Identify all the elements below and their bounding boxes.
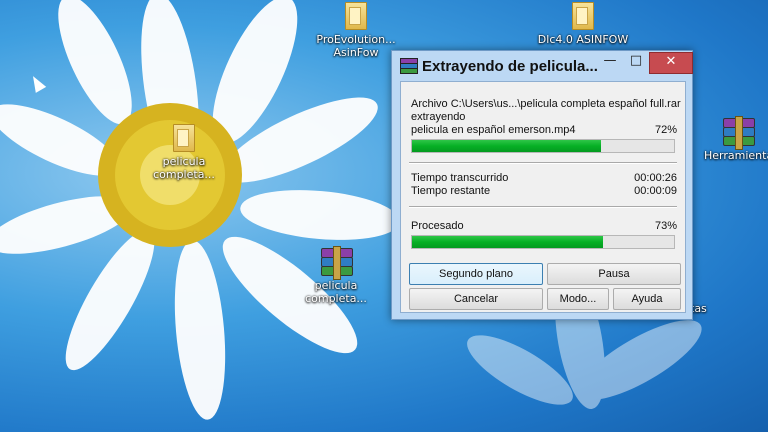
minimize-icon: — xyxy=(603,53,617,68)
total-progress-fill xyxy=(412,236,604,248)
minimize-button[interactable]: — xyxy=(597,52,623,72)
elapsed-label: Tiempo transcurrido xyxy=(411,172,509,184)
archive-path: Archivo C:\Users\us...\pelicula completa… xyxy=(411,98,681,110)
folder-icon xyxy=(572,2,594,30)
file-progress-bar xyxy=(411,139,675,153)
maximize-icon: □ xyxy=(629,53,643,68)
folder-icon xyxy=(345,2,367,30)
remaining-label: Tiempo restante xyxy=(411,185,491,197)
divider xyxy=(409,162,677,164)
maximize-button[interactable]: □ xyxy=(623,52,649,72)
desktop-icon-proevolution[interactable]: ProEvolution... AsinFow xyxy=(308,2,404,59)
icon-label: completa... xyxy=(305,292,367,305)
desktop-icon-partial[interactable]: tas xyxy=(690,302,730,315)
processed-label: Procesado xyxy=(411,220,464,232)
file-progress-fill xyxy=(412,140,601,152)
icon-label: pelicula xyxy=(314,279,358,292)
icon-label: Herramienta xyxy=(704,149,768,162)
current-file-name: pelicula en español emerson.mp4 xyxy=(411,124,576,136)
pause-button[interactable]: Pausa xyxy=(547,263,681,285)
desktop-icon-herramienta[interactable]: Herramienta xyxy=(690,116,768,162)
dialog-body: Archivo C:\Users\us...\pelicula completa… xyxy=(400,81,686,313)
icon-label: ProEvolution... xyxy=(316,33,396,46)
help-button[interactable]: Ayuda xyxy=(613,288,681,310)
extraction-dialog: Extrayendo de pelicula... — □ ✕ Archivo … xyxy=(391,50,693,320)
desktop-icon-dlc[interactable]: Dlc4.0 ASINFOW xyxy=(535,2,631,46)
file-percent: 72% xyxy=(654,124,677,136)
winrar-archive-icon xyxy=(321,246,353,280)
remaining-value: 00:00:09 xyxy=(634,185,677,197)
winrar-archive-icon xyxy=(723,116,755,150)
cancel-button[interactable]: Cancelar xyxy=(409,288,543,310)
total-progress-bar xyxy=(411,235,675,249)
processed-percent: 73% xyxy=(654,220,677,232)
dialog-title: Extrayendo de pelicula... xyxy=(422,58,598,75)
icon-label: AsinFow xyxy=(333,46,379,59)
divider xyxy=(409,206,677,208)
icon-label: Dlc4.0 ASINFOW xyxy=(537,33,629,46)
desktop-icon-pelicula-rar[interactable]: pelicula completa... xyxy=(288,246,384,305)
status-text: extrayendo xyxy=(411,111,466,123)
elapsed-value: 00:00:26 xyxy=(634,172,677,184)
icon-label: pelicula xyxy=(162,155,206,168)
desktop-icon-pelicula-folder[interactable]: pelicula completa... xyxy=(136,124,232,181)
mode-button[interactable]: Modo... xyxy=(547,288,609,310)
background-button[interactable]: Segundo plano xyxy=(409,263,543,285)
close-icon: ✕ xyxy=(665,54,677,69)
winrar-icon xyxy=(400,58,418,74)
icon-label: completa... xyxy=(153,168,215,181)
title-bar[interactable]: Extrayendo de pelicula... — □ ✕ xyxy=(392,51,693,81)
desktop: ProEvolution... AsinFow Dlc4.0 ASINFOW p… xyxy=(0,0,768,432)
close-button[interactable]: ✕ xyxy=(649,52,693,74)
folder-icon xyxy=(173,124,195,152)
